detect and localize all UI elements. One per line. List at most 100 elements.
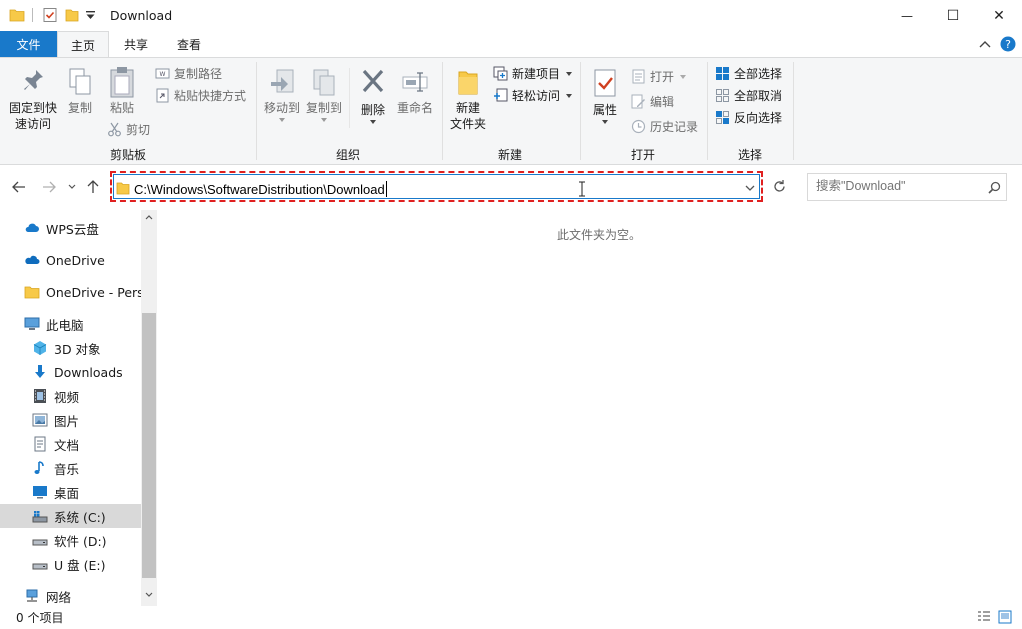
- folder-icon: [24, 286, 40, 299]
- minimize-button[interactable]: —: [884, 0, 930, 31]
- cloud-icon: [25, 223, 39, 232]
- paste-shortcut-button[interactable]: 粘贴快捷方式: [155, 87, 246, 104]
- scrollbar-thumb[interactable]: [142, 313, 156, 578]
- new-folder-button[interactable]: 新建 文件夹: [447, 66, 489, 136]
- copy-button[interactable]: 复制: [62, 68, 98, 128]
- delete-button[interactable]: 删除: [355, 68, 391, 130]
- scroll-down-icon[interactable]: [145, 592, 153, 598]
- new-folder-quick-icon[interactable]: [64, 7, 80, 23]
- move-to-button[interactable]: 移动到: [262, 68, 302, 130]
- edit-button[interactable]: 编辑: [631, 93, 674, 110]
- new-item-icon: [493, 66, 508, 81]
- copy-icon: [69, 68, 91, 95]
- history-label: 历史记录: [650, 120, 699, 134]
- nav-item-usb-e[interactable]: U 盘 (E:): [0, 552, 141, 576]
- paste-shortcut-label: 粘贴快捷方式: [174, 89, 247, 103]
- details-view-icon[interactable]: [977, 610, 991, 624]
- nav-item-label: 网络: [46, 589, 72, 605]
- help-icon[interactable]: ?: [1000, 36, 1016, 52]
- properties-icon: [594, 69, 616, 97]
- up-arrow-icon[interactable]: [87, 180, 99, 194]
- search-input[interactable]: [816, 179, 986, 193]
- select-none-button[interactable]: 全部取消: [715, 87, 782, 104]
- address-path-text[interactable]: C:\Windows\SoftwareDistribution\Download: [134, 182, 385, 197]
- nav-item-label: 音乐: [54, 461, 80, 477]
- copy-path-button[interactable]: W 复制路径: [155, 65, 222, 82]
- item-count: 0 个项目: [16, 611, 64, 625]
- forward-arrow-icon[interactable]: [42, 181, 56, 193]
- nav-item-desktop[interactable]: 桌面: [0, 480, 141, 504]
- cut-button[interactable]: 剪切: [107, 121, 150, 138]
- delete-label: 删除: [360, 103, 385, 117]
- nav-item-downloads[interactable]: Downloads: [0, 360, 141, 384]
- navigation-pane: WPS云盘 OneDrive OneDrive - Perso 此电脑 3D 对…: [0, 210, 157, 606]
- copy-to-button[interactable]: 复制到: [304, 68, 344, 130]
- search-icon[interactable]: [988, 181, 1001, 194]
- maximize-button[interactable]: ☐: [930, 0, 976, 31]
- picture-icon: [32, 413, 48, 427]
- nav-item-wps-cloud[interactable]: WPS云盘: [0, 216, 141, 240]
- file-list-area[interactable]: 此文件夹为空。: [159, 210, 1022, 606]
- folder-icon: [116, 182, 130, 195]
- address-history-chevron-icon[interactable]: [745, 185, 755, 192]
- svg-text:?: ?: [1005, 38, 1011, 51]
- close-button[interactable]: ✕: [976, 0, 1022, 31]
- dropdown-arrow-icon: [566, 93, 573, 98]
- new-folder-label-2: 文件夹: [449, 117, 486, 131]
- edit-label: 编辑: [650, 95, 675, 109]
- address-bar[interactable]: C:\Windows\SoftwareDistribution\Download: [110, 171, 763, 202]
- nav-item-label: OneDrive: [46, 252, 105, 268]
- properties-button[interactable]: 属性: [587, 66, 623, 136]
- history-button[interactable]: 历史记录: [631, 118, 698, 135]
- nav-item-videos[interactable]: 视频: [0, 384, 141, 408]
- dropdown-arrow-icon: [370, 120, 376, 124]
- tab-home[interactable]: 主页: [57, 31, 109, 58]
- nav-item-label: 此电脑: [46, 317, 84, 333]
- select-none-icon: [716, 89, 729, 102]
- nav-item-pictures[interactable]: 图片: [0, 408, 141, 432]
- select-group-label: 选择: [737, 148, 762, 162]
- tab-file[interactable]: 文件: [0, 31, 57, 57]
- recent-locations-chevron-icon[interactable]: [68, 184, 76, 190]
- move-to-icon: [271, 69, 294, 93]
- invert-selection-icon: [716, 111, 729, 124]
- collapse-ribbon-icon[interactable]: [979, 39, 991, 49]
- paste-button[interactable]: 粘贴: [104, 66, 140, 128]
- invert-selection-button[interactable]: 反向选择: [715, 109, 782, 126]
- search-box[interactable]: [807, 173, 1007, 201]
- open-group-label: 打开: [630, 148, 655, 162]
- nav-item-onedrive-personal[interactable]: OneDrive - Perso: [0, 280, 141, 304]
- group-separator: [707, 62, 708, 160]
- nav-item-onedrive[interactable]: OneDrive: [0, 248, 141, 272]
- group-separator: [442, 62, 443, 160]
- open-button[interactable]: 打开: [631, 68, 687, 85]
- address-bar-inner: C:\Windows\SoftwareDistribution\Download: [113, 174, 760, 199]
- select-all-label: 全部选择: [734, 67, 783, 81]
- music-note-icon: [34, 461, 44, 474]
- refresh-icon[interactable]: [772, 179, 787, 194]
- easy-access-button[interactable]: 轻松访问: [493, 87, 573, 104]
- pin-quick-access-button[interactable]: 固定到快 速访问: [4, 68, 62, 138]
- scissors-icon: [108, 122, 121, 137]
- scroll-up-icon[interactable]: [145, 214, 153, 220]
- nav-item-system-c[interactable]: 系统 (C:): [0, 504, 141, 528]
- new-item-button[interactable]: 新建项目: [493, 65, 573, 82]
- nav-item-music[interactable]: 音乐: [0, 456, 141, 480]
- ribbon-tabs: 文件 主页 共享 查看 ?: [0, 31, 1022, 58]
- large-icons-view-icon[interactable]: [998, 610, 1012, 624]
- paste-label: 粘贴: [109, 101, 134, 115]
- nav-item-this-pc[interactable]: 此电脑: [0, 312, 141, 336]
- customize-toolbar-icon[interactable]: [86, 11, 95, 20]
- nav-item-documents[interactable]: 文档: [0, 432, 141, 456]
- nav-item-label: WPS云盘: [46, 221, 99, 237]
- tab-share[interactable]: 共享: [112, 31, 160, 57]
- tab-view[interactable]: 查看: [164, 31, 214, 57]
- rename-button[interactable]: 重命名: [394, 68, 436, 128]
- properties-quick-icon[interactable]: [42, 7, 58, 23]
- nav-item-label: OneDrive - Perso: [46, 284, 141, 300]
- nav-item-3d-objects[interactable]: 3D 对象: [0, 336, 141, 360]
- back-arrow-icon[interactable]: [12, 181, 26, 193]
- nav-item-software-d[interactable]: 软件 (D:): [0, 528, 141, 552]
- select-all-button[interactable]: 全部选择: [715, 65, 782, 82]
- nav-item-network[interactable]: 网络: [0, 584, 141, 608]
